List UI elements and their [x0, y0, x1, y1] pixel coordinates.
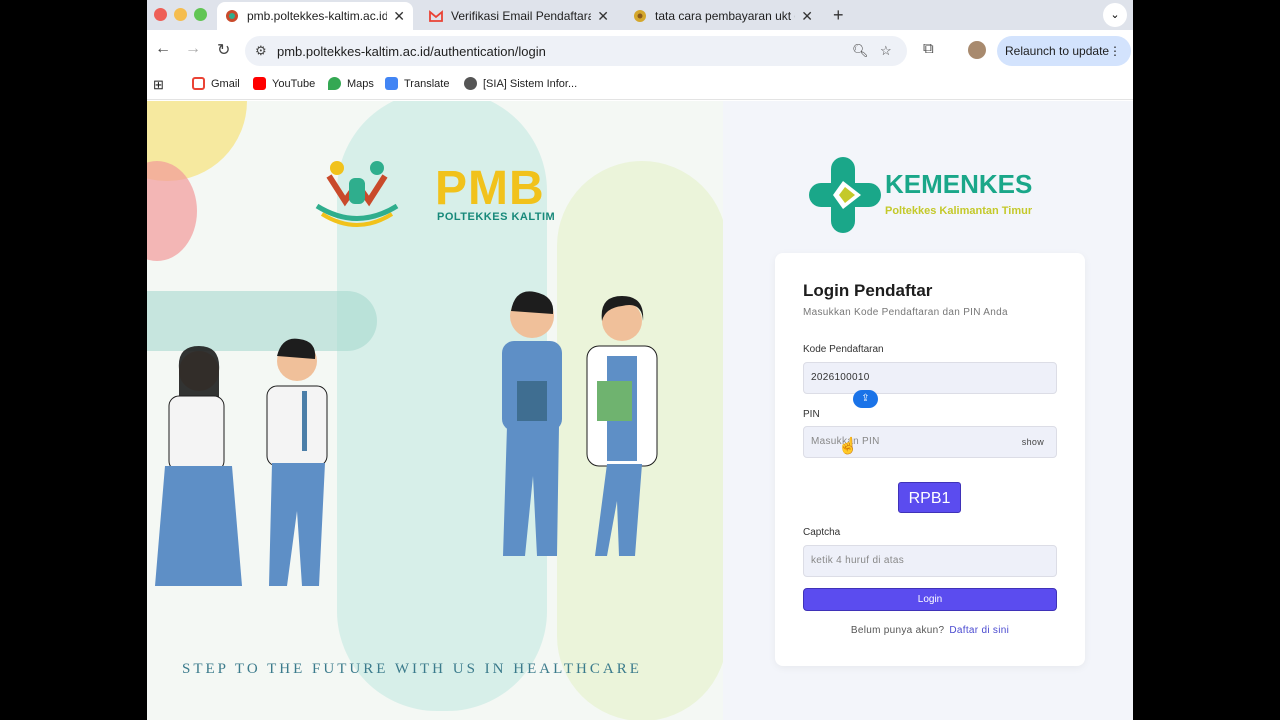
bookmark-label: YouTube — [272, 77, 316, 90]
register-prompt: Belum punya akun? Daftar di sini — [775, 625, 1085, 636]
browser-toolbar: ← → ↻ ⚙ pmb.poltekkes-kaltim.ac.id/authe… — [147, 30, 1133, 70]
brand-subtitle: Poltekkes Kalimantan Timur — [885, 205, 1033, 217]
pmb-subtitle: POLTEKKES KALTIM — [437, 211, 556, 223]
bookmark-gmail[interactable]: Gmail — [192, 77, 240, 90]
login-card: Login Pendaftar Masukkan Kode Pendaftara… — [775, 253, 1085, 666]
bookmark-label: Maps — [347, 77, 374, 90]
kode-input[interactable] — [811, 372, 1011, 383]
bookmark-translate[interactable]: Translate — [385, 77, 449, 90]
bookmark-youtube[interactable]: YouTube — [253, 77, 315, 90]
bookmark-label: Translate — [404, 77, 450, 90]
maps-pin-icon — [328, 77, 341, 90]
globe-icon — [464, 77, 477, 90]
url-text: pmb.poltekkes-kaltim.ac.id/authenticatio… — [277, 44, 546, 59]
tab-title: Verifikasi Email Pendaftaran - — [451, 9, 592, 23]
hero-tagline: STEP TO THE FUTURE WITH US IN HEALTHCARE — [182, 661, 642, 677]
keyboard-input-icon: ⇪ — [853, 390, 878, 408]
tab-title: pmb.poltekkes-kaltim.ac.id/au — [247, 9, 388, 23]
register-text: Belum punya akun? — [850, 625, 945, 636]
gmail-favicon-icon — [429, 9, 443, 23]
pmb-title: PMB — [435, 162, 545, 215]
close-tab-icon[interactable]: ✕ — [801, 8, 813, 25]
zoom-icon[interactable]: 🔍︎ — [852, 43, 869, 59]
menu-dots-icon: ⋮ — [1109, 44, 1121, 58]
reload-icon[interactable]: ↻ — [217, 40, 230, 60]
close-tab-icon[interactable]: ✕ — [393, 8, 405, 25]
browser-window: pmb.poltekkes-kaltim.ac.id/au ✕ Verifika… — [147, 0, 1133, 720]
profile-avatar[interactable] — [968, 41, 986, 59]
hero-illustration: PMB POLTEKKES KALTIM STEP TO THE FUTURE … — [147, 101, 723, 720]
pin-label: PIN — [803, 409, 820, 420]
bookmark-star-icon[interactable]: ☆ — [880, 43, 892, 59]
kode-field[interactable] — [803, 362, 1057, 394]
new-tab-icon[interactable]: + — [833, 5, 844, 26]
captcha-image: RPB1 — [898, 482, 961, 513]
bookmark-maps[interactable]: Maps — [328, 77, 374, 90]
pmb-logo-icon — [315, 161, 399, 227]
site-info-icon[interactable]: ⚙ — [255, 43, 267, 59]
relaunch-label: Relaunch to update — [1005, 44, 1110, 58]
health-workers-illustration — [502, 291, 658, 556]
login-title: Login Pendaftar — [803, 281, 933, 300]
relaunch-button[interactable]: Relaunch to update ⋮ — [997, 36, 1131, 66]
tab-strip: pmb.poltekkes-kaltim.ac.id/au ✕ Verifika… — [147, 0, 1133, 30]
translate-icon — [385, 77, 398, 90]
poltekkes-favicon-icon — [633, 9, 647, 23]
bookmark-label: [SIA] Sistem Infor... — [483, 77, 578, 90]
poltekkes-favicon-icon — [225, 9, 239, 23]
youtube-icon — [253, 77, 266, 90]
register-link[interactable]: Daftar di sini — [949, 625, 1009, 636]
bookmarks-bar: ⊞ Gmail YouTube Maps Translate [SIA] Sis… — [147, 70, 1133, 100]
apps-grid-icon[interactable]: ⊞ — [153, 77, 164, 93]
tab-title: tata cara pembayaran ukt dan — [655, 9, 795, 23]
captcha-label: Captcha — [803, 527, 841, 538]
tab-active[interactable]: pmb.poltekkes-kaltim.ac.id/au ✕ — [217, 2, 413, 30]
tab-gmail[interactable]: Verifikasi Email Pendaftaran - ✕ — [421, 2, 617, 30]
gmail-icon — [192, 77, 205, 90]
back-arrow-icon[interactable]: ← — [155, 40, 171, 58]
kemenkes-logo-icon — [809, 157, 881, 233]
extensions-icon[interactable]: ⧉ — [923, 40, 934, 57]
address-bar[interactable]: ⚙ pmb.poltekkes-kaltim.ac.id/authenticat… — [245, 36, 907, 66]
close-window-button[interactable] — [154, 8, 167, 21]
forward-arrow-icon[interactable]: → — [185, 40, 201, 58]
bookmark-label: Gmail — [211, 77, 240, 90]
tab-payment[interactable]: tata cara pembayaran ukt dan ✕ — [625, 2, 821, 30]
captcha-input[interactable] — [811, 555, 1011, 566]
brand-name: KEMENKES — [885, 169, 1033, 199]
login-page: PMB POLTEKKES KALTIM STEP TO THE FUTURE … — [147, 101, 1133, 720]
bookmark-sia[interactable]: [SIA] Sistem Infor... — [464, 77, 577, 90]
kode-label: Kode Pendaftaran — [803, 344, 884, 355]
login-button[interactable]: Login — [803, 588, 1057, 611]
tab-search-chevron-icon[interactable]: ⌄ — [1103, 3, 1127, 27]
show-pin-toggle[interactable]: show — [1022, 427, 1044, 457]
close-tab-icon[interactable]: ✕ — [597, 8, 609, 25]
students-illustration — [155, 338, 328, 586]
captcha-field[interactable] — [803, 545, 1057, 577]
login-subtitle: Masukkan Kode Pendaftaran dan PIN Anda — [803, 307, 1008, 318]
hand-cursor-icon: ☝ — [838, 438, 858, 455]
minimize-window-button[interactable] — [174, 8, 187, 21]
maximize-window-button[interactable] — [194, 8, 207, 21]
